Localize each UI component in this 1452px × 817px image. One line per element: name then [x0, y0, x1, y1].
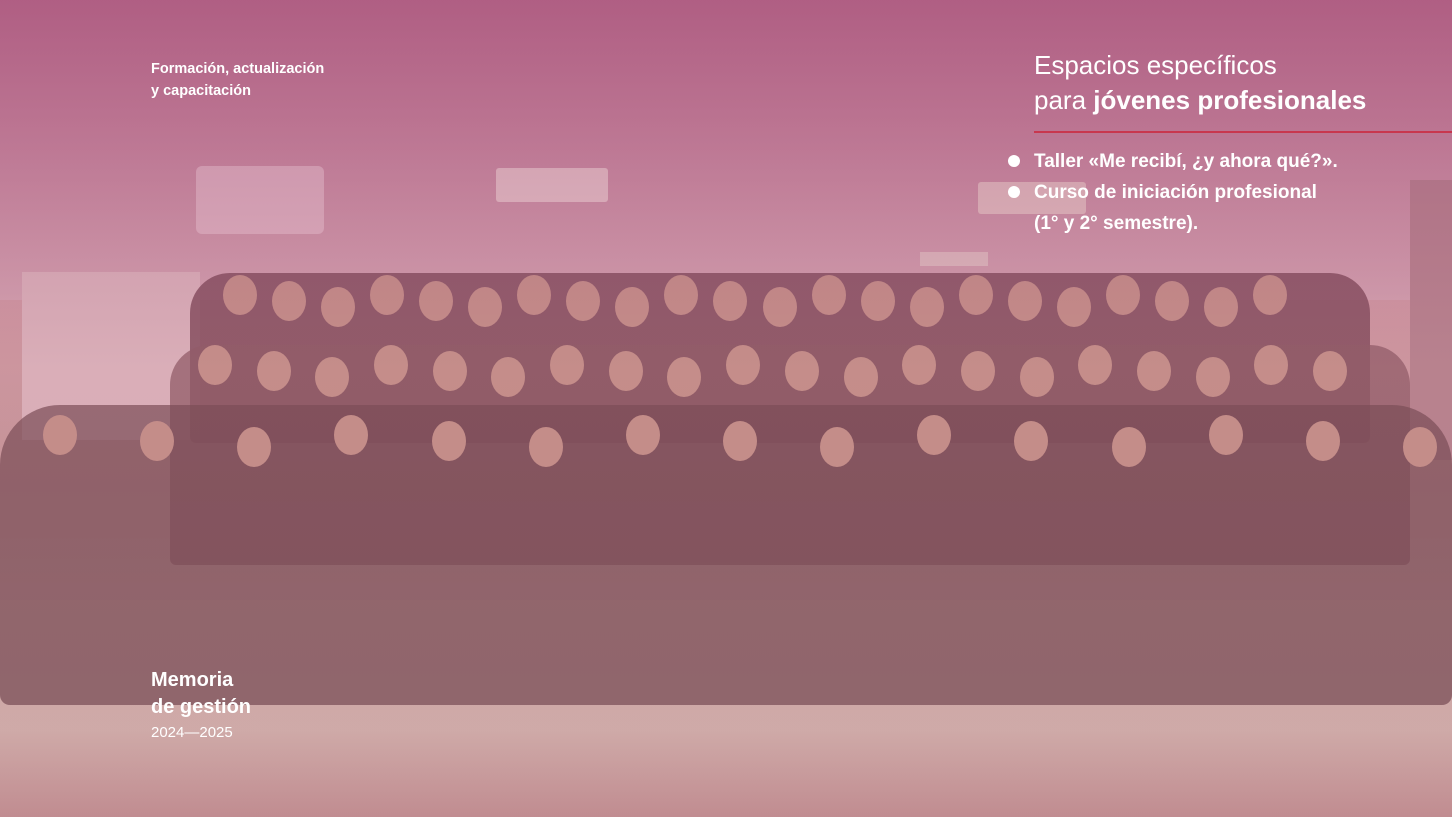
bullet-text: (1° y 2° semestre). [1034, 213, 1199, 234]
report-title: de gestión [151, 696, 252, 718]
headline-line: Espacios específicos [1034, 50, 1277, 80]
bullet-text: Taller «Me recibí, ¿y ahora qué?». [1034, 151, 1338, 172]
headline-line: para jóvenes profesionales [1034, 83, 1414, 118]
kicker-line: y capacitación [151, 83, 251, 99]
bullet-dot-icon [1008, 186, 1020, 198]
kicker-line: Formación, actualización [151, 61, 325, 77]
report-years: 2024—2025 [151, 724, 233, 741]
bullet-item: Taller «Me recibí, ¿y ahora qué?». [1008, 146, 1428, 177]
headline-emphasis: jóvenes profesionales [1093, 85, 1367, 115]
report-label: Memoria de gestión 2024—2025 [151, 667, 351, 745]
report-title: Memoria [151, 669, 234, 691]
section-kicker: Formación, actualización y capacitación [151, 58, 411, 102]
bullet-item-continuation: (1° y 2° semestre). [1008, 208, 1428, 239]
bullet-dot-icon [1008, 155, 1020, 167]
headline-prefix: para [1034, 85, 1094, 115]
bullet-item: Curso de iniciación profesional [1008, 177, 1428, 208]
accent-divider [1034, 131, 1452, 133]
headline: Espacios específicos para jóvenes profes… [1034, 48, 1414, 118]
bullet-list: Taller «Me recibí, ¿y ahora qué?». Curso… [1008, 146, 1428, 239]
bullet-text: Curso de iniciación profesional [1034, 182, 1317, 203]
